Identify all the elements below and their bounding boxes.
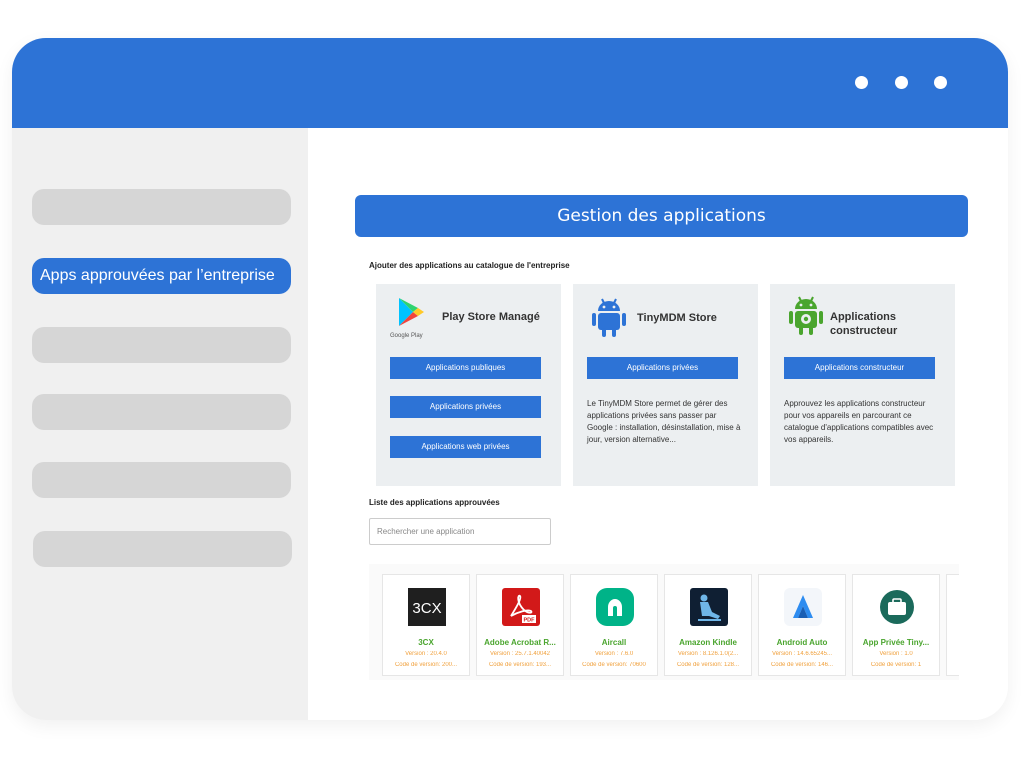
briefcase-icon — [880, 590, 914, 624]
app-tile[interactable]: 3CX 3CX Version : 20.4.0 Code de version… — [382, 574, 470, 676]
app-window: Apps approuvées par l’entreprise Gestion… — [12, 38, 1008, 720]
svg-text:3CX: 3CX — [412, 600, 441, 617]
sidebar-item-placeholder[interactable] — [32, 394, 291, 430]
card-manufacturer-apps: Applications constructeur Applications c… — [770, 284, 955, 486]
title-bar — [12, 38, 1008, 128]
private-apps-button[interactable]: Applications privées — [390, 396, 541, 418]
app-name: App Privée Tiny... — [862, 638, 930, 647]
kindle-icon — [690, 588, 728, 626]
card-description: Approuvez les applications constructeur … — [784, 399, 934, 444]
approved-apps-label: Liste des applications approuvées — [369, 498, 500, 507]
sidebar-item-approved-apps[interactable]: Apps approuvées par l’entreprise — [32, 258, 291, 294]
app-name: Adobe Acrobat R... — [484, 638, 556, 647]
window-dot-icon[interactable] — [934, 76, 947, 89]
card-title: Play Store Managé — [442, 311, 540, 323]
manufacturer-apps-button[interactable]: Applications constructeur — [784, 357, 935, 379]
card-tinymdm-store: TinyMDM Store Applications privées Le Ti… — [573, 284, 758, 486]
app-tile[interactable]: Amazon Kindle Version : 8.126.1.0(2... C… — [664, 574, 752, 676]
app-version-code: Code de version: 200... — [394, 662, 458, 668]
svg-text:PDF: PDF — [524, 618, 536, 624]
sidebar-item-placeholder[interactable] — [33, 531, 292, 567]
app-tile[interactable]: PDF Adobe Acrobat R... Version : 25.7.1.… — [476, 574, 564, 676]
app-name: Android Auto — [776, 638, 828, 647]
google-play-caption: Google Play — [390, 333, 423, 339]
window-dot-icon[interactable] — [895, 76, 908, 89]
sidebar-item-placeholder[interactable] — [32, 189, 291, 225]
app-version-code: Code de version: 1 — [870, 662, 922, 668]
card-title: Applications constructeur — [830, 311, 898, 337]
app-version: Version : 20.4.0 — [405, 651, 447, 657]
app-tile[interactable] — [946, 574, 959, 676]
card-description: Le TinyMDM Store permet de gérer des app… — [587, 399, 741, 444]
app-name: 3CX — [418, 638, 434, 647]
android-gear-icon — [789, 296, 823, 335]
3cx-icon: 3CX — [408, 588, 446, 626]
android-auto-icon — [784, 588, 822, 626]
app-tile[interactable]: Android Auto Version : 14.6.65245... Cod… — [758, 574, 846, 676]
private-web-apps-button[interactable]: Applications web privées — [390, 436, 541, 458]
app-version-code: Code de version: 146... — [770, 662, 834, 668]
app-version: Version : 14.6.65245... — [771, 651, 833, 657]
sidebar-item-placeholder[interactable] — [32, 462, 291, 498]
main-content: Gestion des applications Ajouter des app… — [308, 128, 1008, 720]
app-tile[interactable]: App Privée Tiny... Version : 1.0 Code de… — [852, 574, 940, 676]
app-version-code: Code de version: 70600 — [582, 662, 646, 668]
app-version: Version : 7.6.0 — [594, 651, 634, 657]
app-version: Version : 1.0 — [879, 651, 913, 657]
app-version-code: Code de version: 128... — [676, 662, 740, 668]
sidebar: Apps approuvées par l’entreprise — [12, 128, 308, 720]
app-name: Amazon Kindle — [679, 638, 737, 647]
adobe-pdf-icon: PDF — [502, 588, 540, 626]
approved-apps-list: 3CX 3CX Version : 20.4.0 Code de version… — [369, 564, 959, 680]
public-apps-button[interactable]: Applications publiques — [390, 357, 541, 379]
google-play-icon — [399, 298, 424, 326]
app-version: Version : 25.7.1.40042 — [489, 651, 551, 657]
search-input[interactable] — [369, 518, 551, 545]
app-version: Version : 8.126.1.0(2... — [677, 651, 739, 657]
android-icon — [592, 298, 626, 337]
card-title: TinyMDM Store — [637, 312, 717, 324]
app-version-code: Code de version: 193... — [488, 662, 552, 668]
page-title: Gestion des applications — [355, 195, 968, 237]
sidebar-item-placeholder[interactable] — [32, 327, 291, 363]
aircall-icon — [596, 588, 634, 626]
private-apps-button[interactable]: Applications privées — [587, 357, 738, 379]
app-tile[interactable]: Aircall Version : 7.6.0 Code de version:… — [570, 574, 658, 676]
card-play-store: Google Play Play Store Managé Applicatio… — [376, 284, 561, 486]
add-apps-label: Ajouter des applications au catalogue de… — [369, 261, 570, 270]
window-dot-icon[interactable] — [855, 76, 868, 89]
app-name: Aircall — [601, 638, 627, 647]
